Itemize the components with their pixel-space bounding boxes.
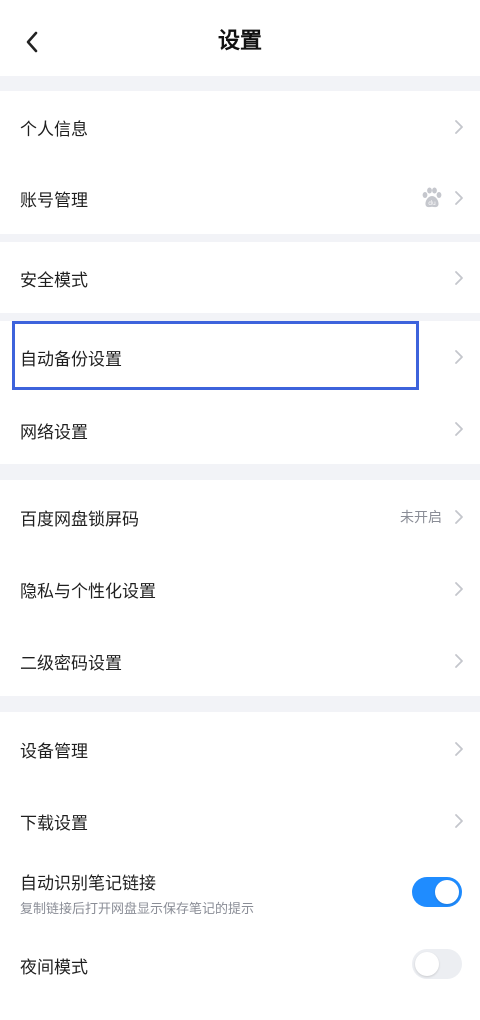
setting-description: 复制链接后打开网盘显示保存笔记的提示 [20, 902, 255, 917]
setting-label: 网络设置 [20, 423, 88, 443]
setting-label: 账号管理 [20, 191, 88, 211]
setting-label: 夜间模式 [20, 958, 88, 978]
setting-lock-screen[interactable]: 百度网盘锁屏码 未开启 [0, 480, 480, 552]
chevron-right-icon [455, 271, 463, 285]
setting-label: 安全模式 [20, 271, 88, 291]
setting-auto-backup[interactable]: 自动备份设置 [0, 321, 480, 393]
note-link-toggle[interactable] [412, 877, 462, 907]
setting-safe-mode[interactable]: 安全模式 [0, 242, 480, 313]
toggle-knob [415, 952, 439, 976]
chevron-right-icon [455, 350, 463, 364]
chevron-right-icon [455, 814, 463, 828]
section-divider [0, 313, 480, 321]
svg-text:du: du [428, 200, 436, 207]
setting-device[interactable]: 设备管理 [0, 712, 480, 784]
setting-label: 自动识别笔记链接 [20, 874, 156, 894]
chevron-right-icon [455, 422, 463, 436]
chevron-right-icon [455, 120, 463, 134]
setting-label: 二级密码设置 [20, 654, 122, 674]
setting-personal-info[interactable]: 个人信息 [0, 91, 480, 162]
setting-label: 百度网盘锁屏码 [20, 510, 139, 530]
setting-night-mode: 夜间模式 [0, 928, 480, 1000]
toggle-knob [435, 880, 459, 904]
chevron-right-icon [455, 654, 463, 668]
setting-label: 个人信息 [20, 120, 88, 140]
setting-label: 设备管理 [20, 742, 88, 762]
setting-label: 隐私与个性化设置 [20, 582, 156, 602]
setting-account[interactable]: 账号管理 du [0, 162, 480, 234]
chevron-right-icon [455, 510, 463, 524]
section-divider [0, 76, 480, 91]
section-divider [0, 696, 480, 712]
baidu-paw-icon: du [422, 187, 442, 208]
section-divider [0, 234, 480, 242]
night-mode-toggle[interactable] [412, 949, 462, 979]
setting-privacy[interactable]: 隐私与个性化设置 [0, 552, 480, 624]
header-bar: 设置 [0, 0, 480, 76]
setting-note-link: 自动识别笔记链接 复制链接后打开网盘显示保存笔记的提示 [0, 856, 480, 928]
section-divider [0, 464, 480, 480]
lock-screen-status: 未开启 [400, 510, 442, 526]
setting-label: 自动备份设置 [20, 350, 122, 370]
chevron-right-icon [455, 742, 463, 756]
chevron-right-icon [455, 191, 463, 205]
setting-secondary-password[interactable]: 二级密码设置 [0, 624, 480, 696]
chevron-right-icon [455, 582, 463, 596]
setting-network[interactable]: 网络设置 [0, 393, 480, 464]
setting-label: 下载设置 [20, 814, 88, 834]
page-title: 设置 [217, 29, 262, 54]
setting-download[interactable]: 下载设置 [0, 784, 480, 856]
